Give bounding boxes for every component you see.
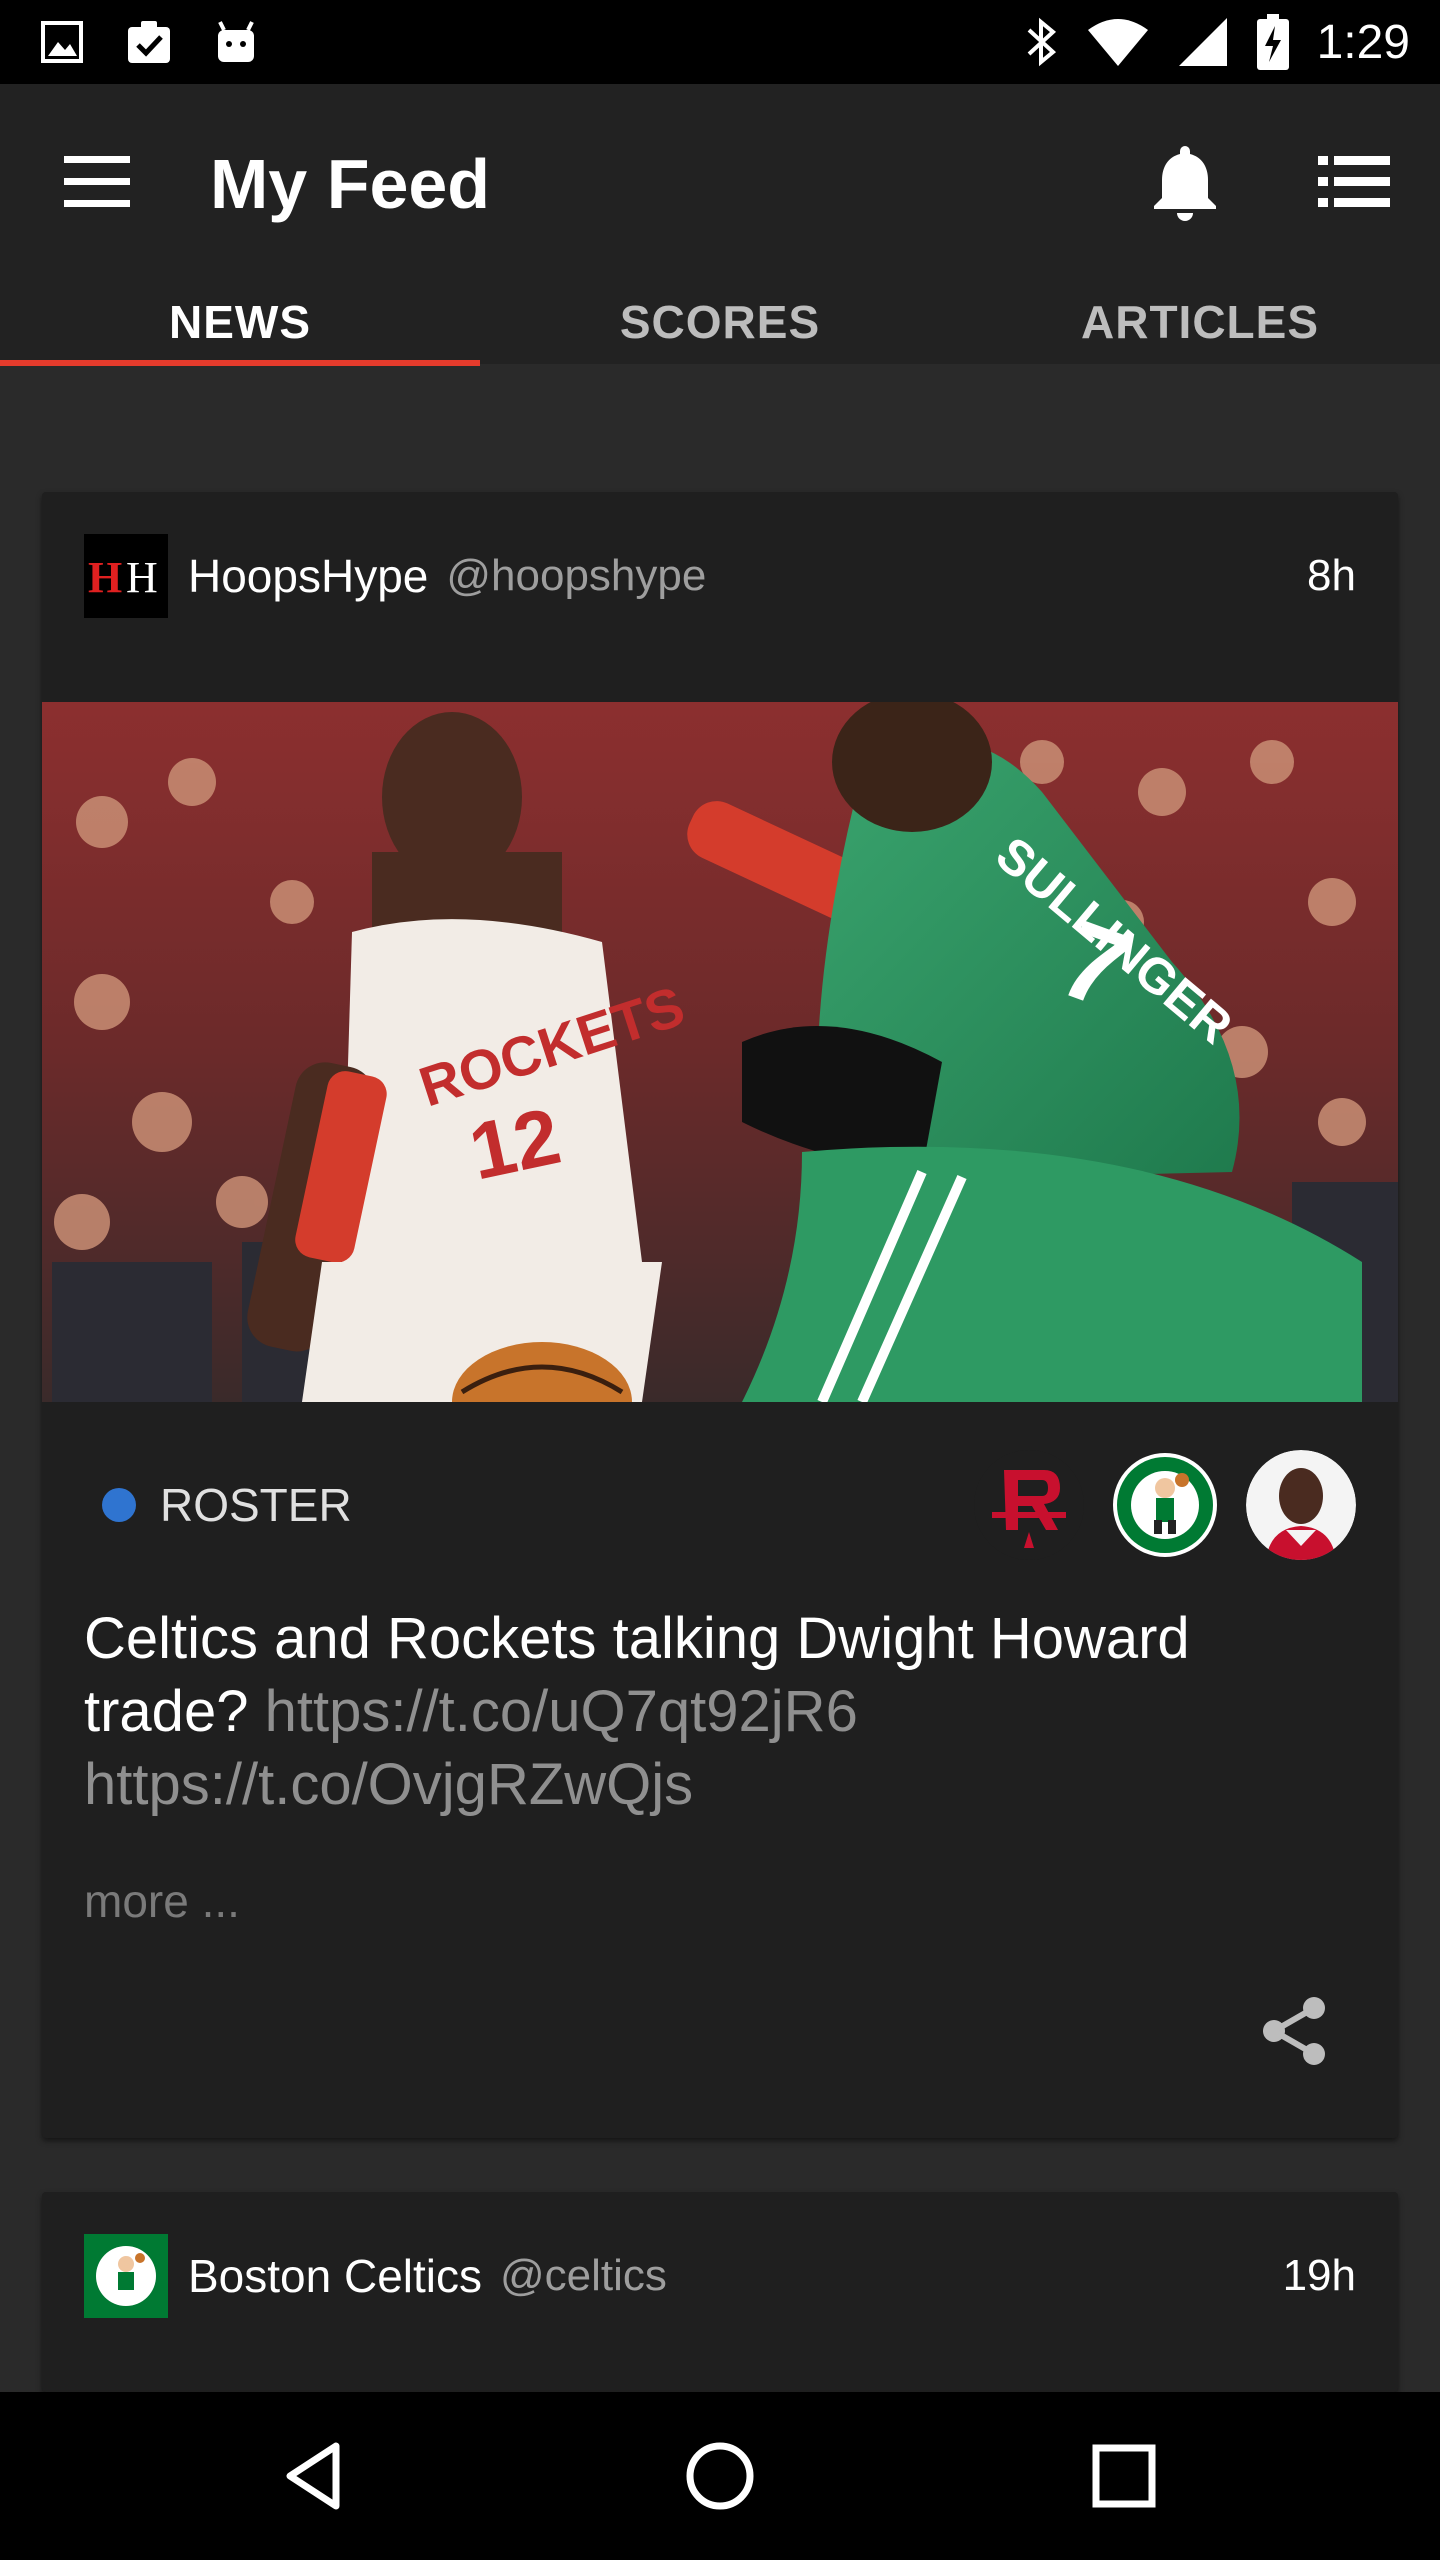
post-headline[interactable]: Celtics and Rockets talking Dwight Howar… <box>84 1602 1338 1821</box>
source-name[interactable]: Boston Celtics <box>188 2249 482 2303</box>
status-time: 1:29 <box>1316 15 1410 69</box>
share-icon[interactable] <box>1260 1996 1330 2066</box>
card-source-row: H H HoopsHype @hoopshype 8h <box>84 534 1356 618</box>
feed-card[interactable]: Boston Celtics @celtics 19h <box>42 2192 1398 2392</box>
tab-articles[interactable]: ARTICLES <box>960 280 1440 364</box>
svg-text:H: H <box>88 553 122 602</box>
player-avatar[interactable] <box>1246 1450 1356 1560</box>
tag-icons <box>974 1450 1356 1560</box>
svg-text:H: H <box>126 553 158 602</box>
svg-text:12: 12 <box>462 1091 568 1197</box>
status-bar: 1:29 <box>0 0 1440 84</box>
basketball-photo-illustration: ROCKETS 12 SULLINGER 7 <box>42 702 1398 1402</box>
hamburger-menu-icon[interactable] <box>64 156 130 208</box>
notification-bell-icon[interactable] <box>1150 142 1220 222</box>
tag-label[interactable]: ROSTER <box>160 1478 352 1532</box>
card-source-row: Boston Celtics @celtics 19h <box>84 2234 1356 2318</box>
back-icon[interactable] <box>276 2436 356 2516</box>
list-view-icon[interactable] <box>1318 154 1390 210</box>
celtics-logo-icon <box>84 2234 168 2318</box>
article-photo[interactable]: ROCKETS 12 SULLINGER 7 <box>42 702 1398 1402</box>
recents-icon[interactable] <box>1084 2436 1164 2516</box>
source-handle[interactable]: @hoopshype <box>446 551 706 601</box>
tag-row: ROSTER <box>102 1450 1356 1560</box>
android-notification-icon <box>218 21 254 62</box>
feed-card[interactable]: H H HoopsHype @hoopshype 8h ROCKETS 12 S… <box>42 492 1398 2138</box>
hoopshype-logo-icon: H H <box>84 534 168 618</box>
gallery-notification-icon <box>41 21 83 63</box>
system-navigation-bar <box>0 2392 1440 2560</box>
page-title: My Feed <box>210 145 491 223</box>
bluetooth-icon <box>1027 17 1056 67</box>
source-name[interactable]: HoopsHype <box>188 549 428 603</box>
wifi-icon <box>1087 19 1148 66</box>
home-icon[interactable] <box>680 2436 760 2516</box>
source-handle[interactable]: @celtics <box>500 2251 667 2301</box>
tab-news[interactable]: NEWS <box>0 280 480 366</box>
rockets-logo-icon[interactable] <box>974 1450 1084 1560</box>
tab-scores[interactable]: SCORES <box>480 280 960 364</box>
post-time: 19h <box>1282 2251 1356 2300</box>
celtics-logo-icon[interactable] <box>1110 1450 1220 1560</box>
cell-signal-icon <box>1178 18 1227 66</box>
more-link[interactable]: more ... <box>84 1874 240 1928</box>
tab-bar: NEWS SCORES ARTICLES <box>0 280 1440 366</box>
app-bar: My Feed NEWS SCORES ARTICLES <box>0 84 1440 366</box>
battery-charging-icon <box>1256 14 1289 70</box>
toolbar: My Feed <box>0 84 1440 280</box>
clipboard-check-notification-icon <box>128 21 170 63</box>
post-time: 8h <box>1307 551 1356 600</box>
tag-dot <box>102 1488 136 1522</box>
